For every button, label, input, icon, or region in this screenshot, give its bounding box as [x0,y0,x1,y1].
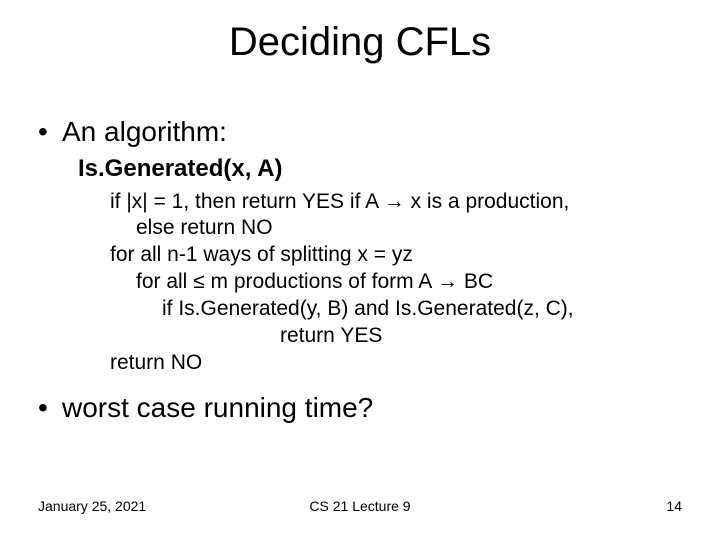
bullet-question-text: worst case running time? [62,391,373,425]
algo-line-7: return NO [110,350,682,377]
function-name: Is.Generated(x, A) [78,155,682,183]
algo-line-1: if |x| = 1, then return YES if A → x is … [110,189,682,216]
algo-line-5: if Is.Generated(y, B) and Is.Generated(z… [110,296,682,323]
algo-line-3: for all n-1 ways of splitting x = yz [110,242,682,269]
footer: CS 21 Lecture 9 January 25, 2021 14 [38,498,682,514]
bullet-algorithm: • An algorithm: [38,115,682,149]
bullet-question: • worst case running time? [38,391,682,425]
algorithm-body: if |x| = 1, then return YES if A → x is … [110,189,682,377]
footer-page: 14 [666,498,682,514]
algo-line-4: for all ≤ m productions of form A → BC [110,269,682,296]
bullet-algorithm-text: An algorithm: [62,115,227,149]
algo-line-6: return YES [110,323,682,350]
slide-title: Deciding CFLs [0,20,720,65]
algo-line-2: else return NO [110,215,682,242]
footer-date: January 25, 2021 [38,498,146,514]
bullet-dot-icon: • [38,118,62,146]
bullet-dot-icon: • [38,394,62,422]
